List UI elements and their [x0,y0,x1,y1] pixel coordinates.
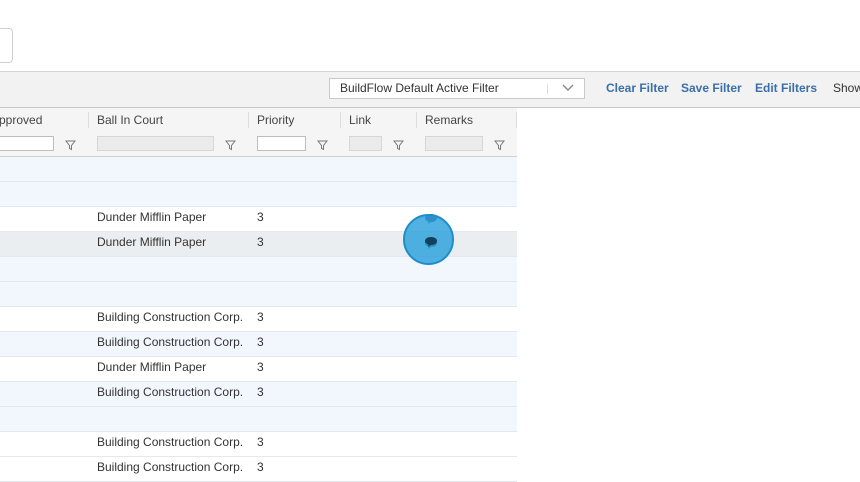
table-row[interactable] [0,157,517,182]
table-row[interactable]: Building Construction Corp. 3 [0,332,517,357]
cell-ball-in-court: Building Construction Corp. [97,310,244,324]
comment-bubble-icon [424,235,438,253]
cell-priority: 3 [257,235,264,249]
column-header-remarks[interactable]: Remarks [425,113,473,127]
cell-priority: 3 [257,335,264,349]
show-menu[interactable]: Show [833,81,860,95]
chevron-down-icon[interactable] [561,80,575,97]
save-filter-button[interactable]: Save Filter [681,81,742,95]
column-header-ball-in-court[interactable]: Ball In Court [97,113,163,127]
funnel-icon[interactable] [493,138,506,156]
column-divider[interactable] [516,112,517,128]
dropdown-divider [547,84,548,94]
cell-ball-in-court: Dunder Mifflin Paper [97,235,207,249]
filter-input-ball-in-court[interactable] [97,136,214,151]
clear-filter-button[interactable]: Clear Filter [606,81,669,95]
search-input[interactable] [0,28,13,63]
column-divider[interactable] [340,112,341,128]
table-row[interactable]: Building Construction Corp. 3 [0,382,517,407]
edit-filters-button[interactable]: Edit Filters [755,81,817,95]
filter-input-remarks[interactable] [425,136,483,151]
table-row[interactable]: Building Construction Corp. 3 [0,307,517,332]
funnel-icon[interactable] [64,138,77,156]
filter-input-priority[interactable] [257,136,306,151]
cell-ball-in-court: Building Construction Corp. [97,460,244,474]
cell-priority: 3 [257,435,264,449]
grid-filter-row [0,132,517,157]
filter-input-link[interactable] [349,136,382,151]
column-divider[interactable] [416,112,417,128]
cell-priority: 3 [257,460,264,474]
column-header-approved[interactable]: pproved [0,113,42,127]
cell-ball-in-court: Building Construction Corp. [97,335,244,349]
cell-priority: 3 [257,385,264,399]
cell-priority: 3 [257,360,264,374]
table-row[interactable] [0,282,517,307]
table-row[interactable]: Building Construction Corp. 3 [0,457,517,482]
column-header-priority[interactable]: Priority [257,113,294,127]
cell-priority: 3 [257,210,264,224]
filter-dropdown-value: BuildFlow Default Active Filter [340,81,499,95]
column-header-link[interactable]: Link [349,113,371,127]
table-row[interactable] [0,182,517,207]
column-divider[interactable] [248,112,249,128]
cell-ball-in-court: Building Construction Corp. [97,385,244,399]
table-row[interactable]: Dunder Mifflin Paper 3 [0,357,517,382]
cell-ball-in-court: Dunder Mifflin Paper [97,360,207,374]
funnel-icon[interactable] [316,138,329,156]
filter-input-approved[interactable] [0,136,54,151]
funnel-icon[interactable] [392,138,405,156]
grid-header: pproved Ball In Court Priority Link Rema… [0,108,517,133]
table-row[interactable]: Building Construction Corp. 3 [0,432,517,457]
filter-dropdown[interactable]: BuildFlow Default Active Filter [329,78,585,99]
funnel-icon[interactable] [224,138,237,156]
cell-ball-in-court: Dunder Mifflin Paper [97,210,207,224]
cell-ball-in-court: Building Construction Corp. [97,435,244,449]
cell-priority: 3 [257,310,264,324]
table-row[interactable] [0,407,517,432]
grid-body: Dunder Mifflin Paper 3 Dunder Mifflin Pap… [0,157,517,482]
filter-toolbar: BuildFlow Default Active Filter Clear Fi… [0,71,860,108]
click-indicator [403,214,454,265]
column-divider[interactable] [88,112,89,128]
